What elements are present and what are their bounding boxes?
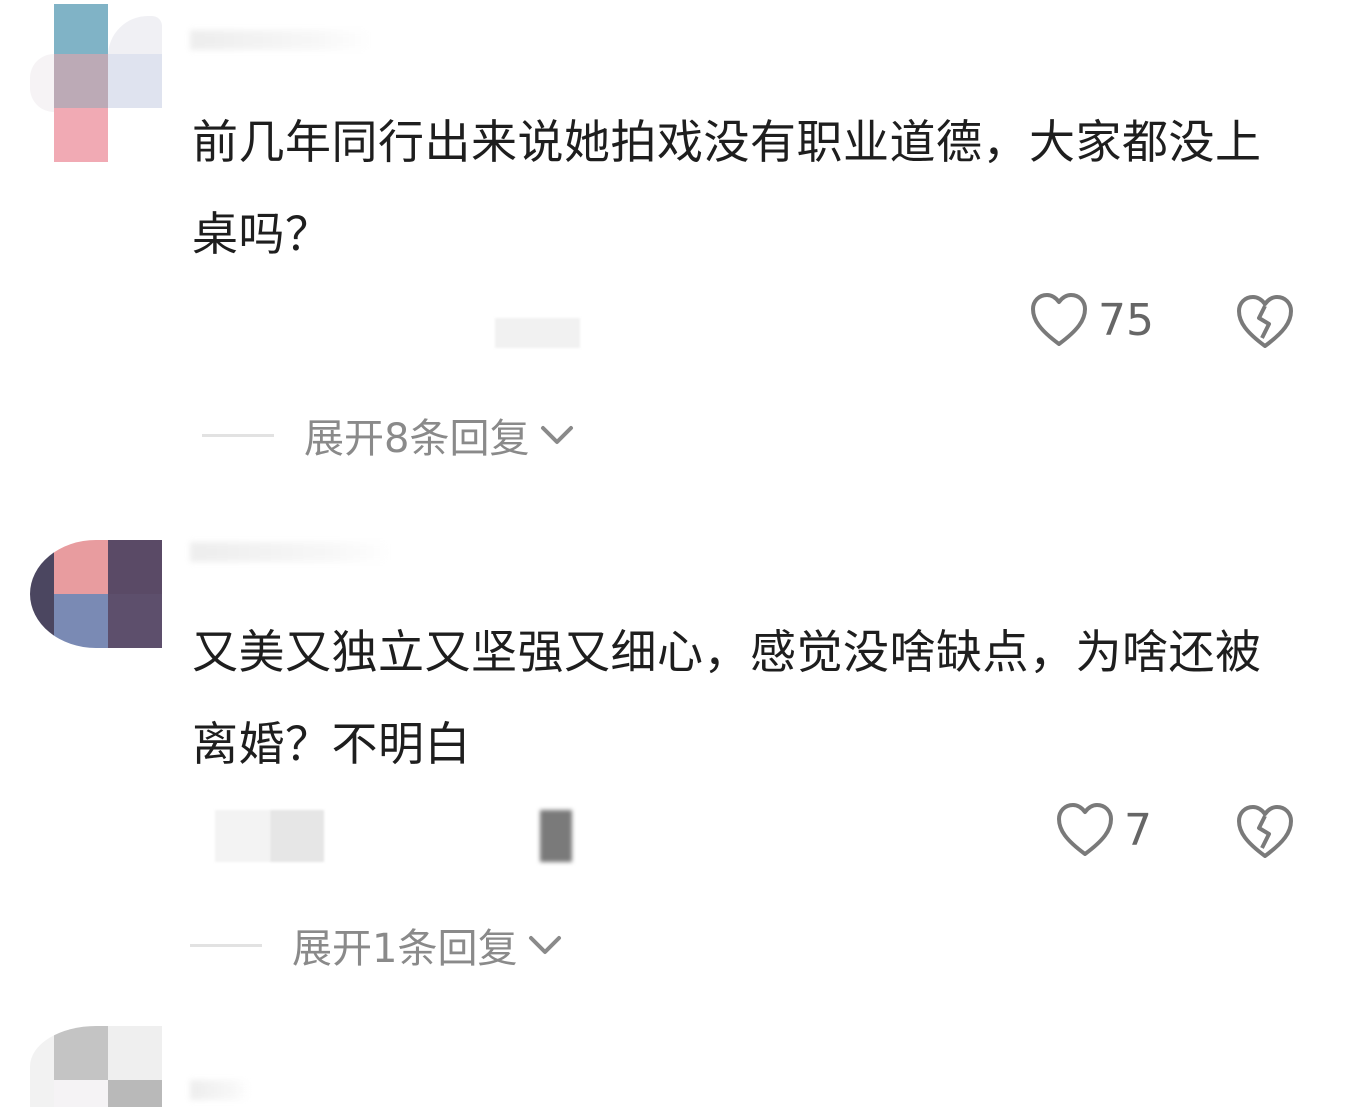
dislike-button[interactable] — [1236, 294, 1294, 354]
expand-replies-label: 展开1条回复 — [292, 926, 518, 972]
comment-meta — [495, 318, 580, 348]
chevron-down-icon — [541, 426, 574, 444]
expand-replies-label: 展开8条回复 — [304, 416, 530, 462]
heart-outline-icon — [1031, 293, 1087, 346]
broken-heart-icon — [1237, 295, 1293, 348]
username[interactable] — [190, 1080, 250, 1100]
like-button[interactable]: 75 — [1030, 292, 1154, 348]
expand-replies-button[interactable]: 展开8条回复 — [202, 406, 575, 464]
chevron-down-icon — [529, 936, 562, 954]
divider — [190, 943, 262, 947]
comment-meta — [215, 810, 270, 862]
avatar[interactable] — [30, 540, 162, 648]
like-count: 75 — [1098, 294, 1154, 346]
like-count: 7 — [1124, 804, 1152, 856]
comment-text: 前几年同行出来说她拍戏没有职业道德，大家都没上桌吗？ — [192, 115, 1262, 261]
broken-heart-icon — [1237, 805, 1293, 858]
username[interactable] — [190, 542, 390, 562]
divider — [202, 433, 274, 437]
heart-outline-icon — [1057, 803, 1113, 856]
comment-meta — [540, 810, 572, 862]
avatar[interactable] — [30, 1026, 162, 1107]
like-button[interactable]: 7 — [1056, 802, 1152, 858]
avatar[interactable] — [30, 4, 162, 162]
username[interactable] — [190, 30, 370, 50]
comment-meta — [270, 810, 324, 862]
comment-text: 又美又独立又坚强又细心，感觉没啥缺点，为啥还被离婚？不明白 — [192, 625, 1262, 771]
dislike-button[interactable] — [1236, 804, 1294, 864]
expand-replies-button[interactable]: 展开1条回复 — [190, 916, 563, 974]
